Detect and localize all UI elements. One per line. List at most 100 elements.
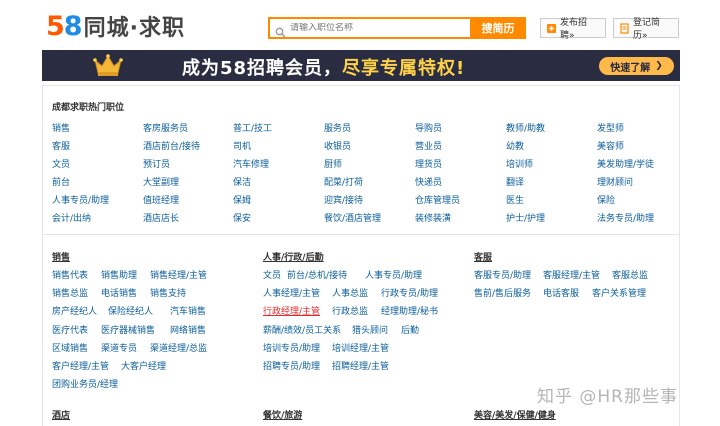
category-job-link[interactable]: 销售助理 [101,268,137,281]
search-resume-button[interactable]: 搜简历 [470,17,526,39]
category-heading[interactable]: 酒店 [52,408,70,421]
category-job-link[interactable]: 行政专员/助理 [381,286,438,299]
hot-job-link[interactable]: 厨师 [324,157,342,170]
category-job-link[interactable]: 售前/售后服务 [474,286,531,299]
hot-job-link[interactable]: 值班经理 [143,193,179,206]
banner-headline: 成为58招聘会员，尽享专属特权! [182,54,465,80]
hot-job-link[interactable]: 文员 [52,157,70,170]
category-job-link[interactable]: 保险经纪人 [108,304,153,317]
hot-job-link[interactable]: 幼教 [506,139,524,152]
category-job-link[interactable]: 文员 [263,268,281,281]
category-job-link[interactable]: 销售经理/主管 [150,268,207,281]
category-job-link[interactable]: 行政经理/主管 [263,304,320,317]
search-icon [275,23,286,37]
hot-job-link[interactable]: 保险 [597,193,615,206]
register-resume-button[interactable]: 登记简历» [613,18,679,41]
category-job-link[interactable]: 渠道专员 [101,341,137,354]
category-job-link[interactable]: 客服经理/主管 [543,268,600,281]
membership-banner[interactable]: 成为58招聘会员，尽享专属特权! 快速了解 ❯ [42,50,680,81]
hot-job-link[interactable]: 汽车修理 [233,157,269,170]
hot-job-link[interactable]: 培训师 [506,157,533,170]
hot-job-link[interactable]: 发型师 [597,121,624,134]
chevron-right-icon: ❯ [655,61,663,71]
category-job-link[interactable]: 客服专员/助理 [474,268,531,281]
category-job-link[interactable]: 前台/总机/接待 [287,268,347,281]
hot-job-link[interactable]: 迎宾/接待 [324,193,363,206]
hot-job-link[interactable]: 保洁 [233,175,251,188]
category-heading[interactable]: 美容/美发/保健/健身 [474,408,556,421]
category-job-link[interactable]: 人事经理/主管 [263,286,320,299]
category-job-link[interactable]: 销售总监 [52,286,88,299]
hot-job-link[interactable]: 预订员 [143,157,170,170]
category-job-link[interactable]: 医疗代表 [52,323,88,336]
category-job-link[interactable]: 客户关系管理 [592,286,646,299]
category-job-link[interactable]: 网络销售 [170,323,206,336]
category-job-link[interactable]: 客服总监 [612,268,648,281]
category-heading[interactable]: 客服 [474,250,492,263]
search-input[interactable] [290,23,450,33]
hot-job-link[interactable]: 收银员 [324,139,351,152]
category-job-link[interactable]: 经理助理/秘书 [381,304,438,317]
hot-job-link[interactable]: 理财顾问 [597,175,633,188]
hot-job-link[interactable]: 营业员 [415,139,442,152]
category-job-link[interactable]: 培训经理/主管 [332,341,389,354]
hot-job-link[interactable]: 保安 [233,211,251,224]
category-job-link[interactable]: 人事专员/助理 [365,268,422,281]
post-icon [546,23,557,34]
hot-job-link[interactable]: 翻译 [506,175,524,188]
hot-job-link[interactable]: 美容师 [597,139,624,152]
category-job-link[interactable]: 销售代表 [52,268,88,281]
hot-job-link[interactable]: 前台 [52,175,70,188]
category-job-link[interactable]: 房产经纪人 [52,304,97,317]
category-job-link[interactable]: 招聘专员/助理 [263,359,320,372]
category-job-link[interactable]: 人事总监 [332,286,368,299]
site-logo[interactable]: 58 同城·求职 [46,10,185,42]
search-box[interactable] [268,17,470,39]
learn-more-button[interactable]: 快速了解 ❯ [599,57,674,75]
hot-job-link[interactable]: 客房服务员 [143,121,188,134]
category-job-link[interactable]: 汽车销售 [170,304,206,317]
hot-job-link[interactable]: 仓库管理员 [415,193,460,206]
post-job-button[interactable]: 发布招聘» [540,18,606,41]
category-job-link[interactable]: 电话销售 [101,286,137,299]
hot-job-link[interactable]: 普工/技工 [233,121,272,134]
hot-job-link[interactable]: 教师/助教 [506,121,545,134]
category-job-link[interactable]: 大客户经理 [121,359,166,372]
category-job-link[interactable]: 招聘经理/主管 [332,359,389,372]
hot-job-link[interactable]: 导购员 [415,121,442,134]
category-job-link[interactable]: 电话客服 [543,286,579,299]
hot-job-link[interactable]: 大堂副理 [143,175,179,188]
hot-job-link[interactable]: 保姆 [233,193,251,206]
hot-job-link[interactable]: 服务员 [324,121,351,134]
hot-job-link[interactable]: 销售 [52,121,70,134]
category-heading[interactable]: 餐饮/旅游 [263,408,302,421]
hot-job-link[interactable]: 酒店前台/接待 [143,139,200,152]
category-job-link[interactable]: 团购业务员/经理 [52,377,118,390]
category-job-link[interactable]: 客户经理/主管 [52,359,109,372]
hot-job-link[interactable]: 客服 [52,139,70,152]
category-job-link[interactable]: 销售支持 [150,286,186,299]
hot-job-link[interactable]: 护士/护理 [506,211,545,224]
hot-job-link[interactable]: 餐饮/酒店管理 [324,211,381,224]
hot-job-link[interactable]: 会计/出纳 [52,211,91,224]
category-job-link[interactable]: 行政总监 [332,304,368,317]
hot-job-link[interactable]: 酒店店长 [143,211,179,224]
hot-job-link[interactable]: 人事专员/助理 [52,193,109,206]
category-job-link[interactable]: 后勤 [401,323,419,336]
hot-job-link[interactable]: 医生 [506,193,524,206]
category-job-link[interactable]: 渠道经理/总监 [150,341,207,354]
category-job-link[interactable]: 区域销售 [52,341,88,354]
hot-job-link[interactable]: 配菜/打荷 [324,175,363,188]
hot-job-link[interactable]: 法务专员/助理 [597,211,654,224]
category-job-link[interactable]: 猎头顾问 [352,323,388,336]
hot-job-link[interactable]: 司机 [233,139,251,152]
hot-job-link[interactable]: 快递员 [415,175,442,188]
category-job-link[interactable]: 薪酬/绩效/员工关系 [263,323,341,336]
category-heading[interactable]: 人事/行政/后勤 [263,250,324,263]
hot-job-link[interactable]: 美发助理/学徒 [597,157,654,170]
category-job-link[interactable]: 培训专员/助理 [263,341,320,354]
category-heading[interactable]: 销售 [52,250,70,263]
hot-job-link[interactable]: 装修装潢 [415,211,451,224]
hot-job-link[interactable]: 理货员 [415,157,442,170]
category-job-link[interactable]: 医疗器械销售 [101,323,155,336]
